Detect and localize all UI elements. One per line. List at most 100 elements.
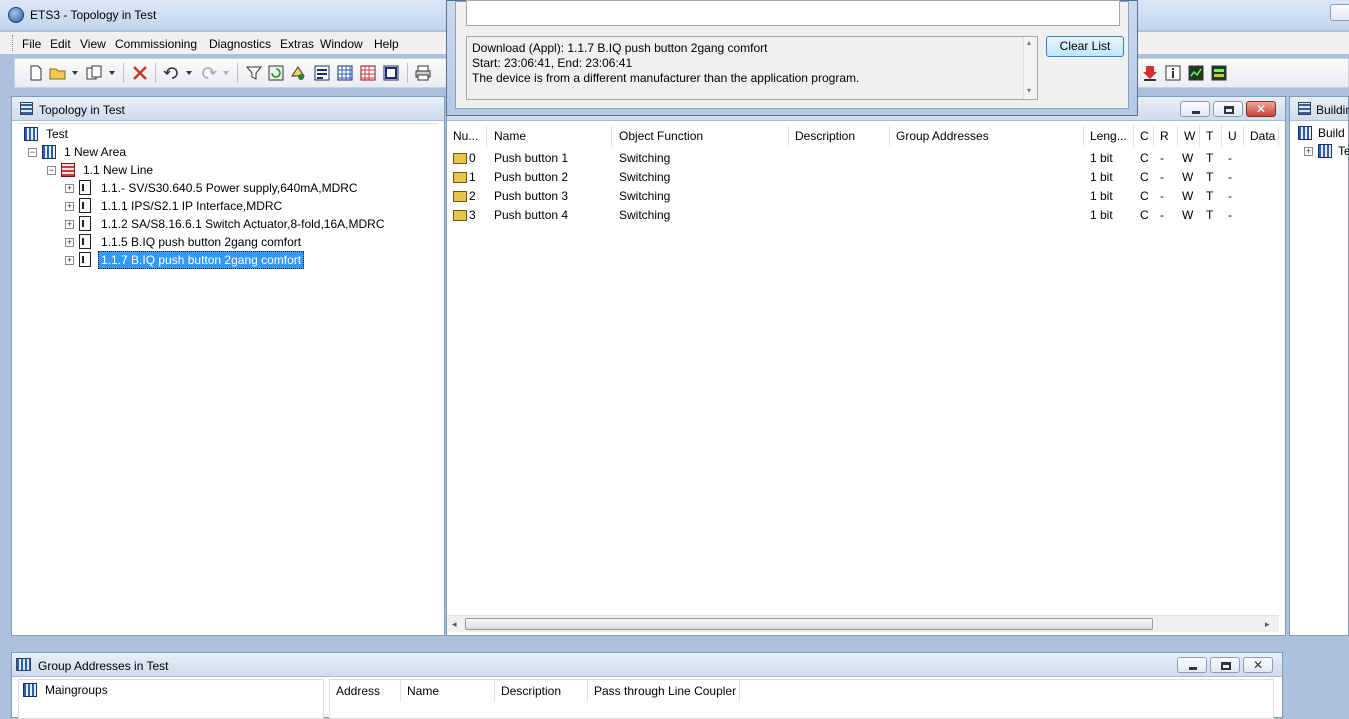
restore-button[interactable] bbox=[1210, 657, 1240, 673]
scroll-left-arrow[interactable]: ◂ bbox=[452, 619, 457, 630]
menu-help[interactable]: Help bbox=[374, 37, 399, 51]
cell-w: W bbox=[1182, 151, 1194, 165]
expand-icon[interactable]: + bbox=[65, 220, 74, 229]
column-header-description[interactable]: Description bbox=[789, 125, 890, 147]
minimize-button[interactable] bbox=[1180, 101, 1210, 117]
redo-icon[interactable] bbox=[199, 64, 217, 82]
cell-name: Push button 4 bbox=[494, 208, 569, 222]
column-header-length[interactable]: Leng... bbox=[1084, 125, 1134, 147]
tree-node-project[interactable]: Test bbox=[24, 125, 424, 143]
horizontal-scrollbar[interactable]: ◂ ▸ bbox=[447, 615, 1279, 632]
minimize-button[interactable] bbox=[1177, 657, 1207, 673]
scroll-down-arrow[interactable]: ▾ bbox=[1027, 86, 1031, 95]
menu-file[interactable]: File bbox=[22, 37, 41, 51]
tree-node-maingroups[interactable]: Maingroups bbox=[23, 681, 313, 699]
menu-window[interactable]: Window bbox=[320, 37, 363, 51]
restore-button[interactable] bbox=[1213, 101, 1243, 117]
column-header-description[interactable]: Description bbox=[495, 680, 588, 702]
download-log-list[interactable]: Download (Appl): 1.1.7 B.IQ push button … bbox=[466, 36, 1038, 100]
cell-u: - bbox=[1228, 170, 1232, 184]
column-header-r[interactable]: R bbox=[1154, 125, 1178, 147]
redo-dropdown-caret[interactable] bbox=[223, 71, 229, 75]
scroll-right-arrow[interactable]: ▸ bbox=[1265, 619, 1270, 630]
table-row[interactable]: 2 Push button 3 Switching 1 bit C - W T … bbox=[447, 187, 1279, 206]
monitor-icon[interactable] bbox=[1187, 64, 1205, 82]
undo-dropdown-caret[interactable] bbox=[186, 71, 192, 75]
open-dropdown-caret[interactable] bbox=[72, 71, 78, 75]
download-icon[interactable] bbox=[1141, 64, 1159, 82]
collapse-icon[interactable]: − bbox=[28, 148, 37, 157]
table-row[interactable]: 0 Push button 1 Switching 1 bit C - W T … bbox=[447, 149, 1279, 168]
print-icon[interactable] bbox=[414, 64, 432, 82]
column-header-group-addresses[interactable]: Group Addresses bbox=[890, 125, 1084, 147]
cell-u: - bbox=[1228, 189, 1232, 203]
ets-app-icon[interactable] bbox=[8, 7, 24, 23]
toolbar-separator bbox=[237, 63, 238, 83]
column-header-data[interactable]: Data bbox=[1244, 125, 1279, 147]
clear-list-button[interactable]: Clear List bbox=[1046, 36, 1124, 57]
column-header-w[interactable]: W bbox=[1178, 125, 1200, 147]
open-folder-icon[interactable] bbox=[49, 64, 67, 82]
tree-node-device[interactable]: + 1.1.- SV/S30.640.5 Power supply,640mA,… bbox=[65, 179, 425, 197]
column-header-address[interactable]: Address bbox=[330, 680, 401, 702]
log-line: Start: 23:06:41, End: 23:06:41 bbox=[472, 56, 633, 70]
filter-icon[interactable] bbox=[245, 64, 263, 82]
tree-node-device[interactable]: + 1.1.1 IPS/S2.1 IP Interface,MDRC bbox=[65, 197, 425, 215]
cell-c: C bbox=[1140, 189, 1149, 203]
menu-view[interactable]: View bbox=[80, 37, 106, 51]
menu-grip[interactable] bbox=[12, 35, 15, 51]
tree-node-label: 1.1.1 IPS/S2.1 IP Interface,MDRC bbox=[101, 199, 283, 213]
delete-icon[interactable] bbox=[131, 64, 149, 82]
tree-node-device[interactable]: + 1.1.2 SA/S8.16.6.1 Switch Actuator,8-f… bbox=[65, 215, 425, 233]
tree-node-device[interactable]: + 1.1.5 B.IQ push button 2gang comfort bbox=[65, 233, 425, 251]
copy-dropdown-caret[interactable] bbox=[109, 71, 115, 75]
column-header-pass-through[interactable]: Pass through Line Coupler bbox=[588, 680, 740, 702]
column-header-name[interactable]: Name bbox=[488, 125, 612, 147]
column-header-object-function[interactable]: Object Function bbox=[613, 125, 789, 147]
expand-icon[interactable]: + bbox=[65, 238, 74, 247]
tree-node-device-selected[interactable]: + 1.1.7 B.IQ push button 2gang comfort bbox=[65, 251, 425, 269]
menu-extras[interactable]: Extras bbox=[280, 37, 314, 51]
bus-monitor-icon[interactable] bbox=[1210, 64, 1228, 82]
tree-node-line[interactable]: − 1.1 New Line bbox=[47, 161, 427, 179]
buildings-tree-node[interactable]: + Te bbox=[1304, 142, 1349, 160]
scroll-up-arrow[interactable]: ▴ bbox=[1027, 38, 1031, 47]
view-grid-icon[interactable] bbox=[336, 64, 354, 82]
column-header-number[interactable]: Nu... bbox=[447, 125, 487, 147]
group-addresses-title-bar: Group Addresses in Test ✕ bbox=[12, 653, 1282, 677]
menu-commissioning[interactable]: Commissioning bbox=[115, 37, 197, 51]
refresh-icon[interactable] bbox=[267, 64, 285, 82]
column-header-t[interactable]: T bbox=[1200, 125, 1222, 147]
view-devices-icon[interactable] bbox=[313, 64, 331, 82]
tree-node-area[interactable]: − 1 New Area bbox=[28, 143, 428, 161]
close-button[interactable]: ✕ bbox=[1246, 101, 1276, 117]
group-addresses-table: Address Name Description Pass through Li… bbox=[329, 679, 1274, 719]
view-window-icon[interactable] bbox=[382, 64, 400, 82]
view-group-icon[interactable] bbox=[359, 64, 377, 82]
copy-icon[interactable] bbox=[85, 64, 103, 82]
log-vertical-scrollbar[interactable]: ▴ ▾ bbox=[1023, 37, 1037, 99]
table-row[interactable]: 1 Push button 2 Switching 1 bit C - W T … bbox=[447, 168, 1279, 187]
toolbar-separator bbox=[123, 63, 124, 83]
expand-icon[interactable]: + bbox=[65, 202, 74, 211]
new-file-icon[interactable] bbox=[27, 64, 45, 82]
expand-icon[interactable]: + bbox=[65, 256, 74, 265]
table-row[interactable]: 3 Push button 4 Switching 1 bit C - W T … bbox=[447, 206, 1279, 225]
column-header-c[interactable]: C bbox=[1134, 125, 1154, 147]
column-header-name[interactable]: Name bbox=[401, 680, 495, 702]
main-window-minimize-button[interactable] bbox=[1330, 4, 1349, 21]
cell-c: C bbox=[1140, 151, 1149, 165]
scrollbar-thumb[interactable] bbox=[465, 618, 1153, 630]
collapse-icon[interactable]: − bbox=[47, 166, 56, 175]
menu-diagnostics[interactable]: Diagnostics bbox=[209, 37, 271, 51]
cell-t: T bbox=[1206, 170, 1214, 184]
undo-icon[interactable] bbox=[163, 64, 181, 82]
expand-icon[interactable]: + bbox=[1304, 147, 1313, 156]
menu-edit[interactable]: Edit bbox=[50, 37, 71, 51]
properties-icon[interactable] bbox=[289, 64, 307, 82]
close-button[interactable]: ✕ bbox=[1243, 657, 1273, 673]
info-icon[interactable] bbox=[1164, 64, 1182, 82]
column-header-u[interactable]: U bbox=[1222, 125, 1244, 147]
buildings-tree-root[interactable]: Build bbox=[1298, 124, 1349, 142]
expand-icon[interactable]: + bbox=[65, 184, 74, 193]
